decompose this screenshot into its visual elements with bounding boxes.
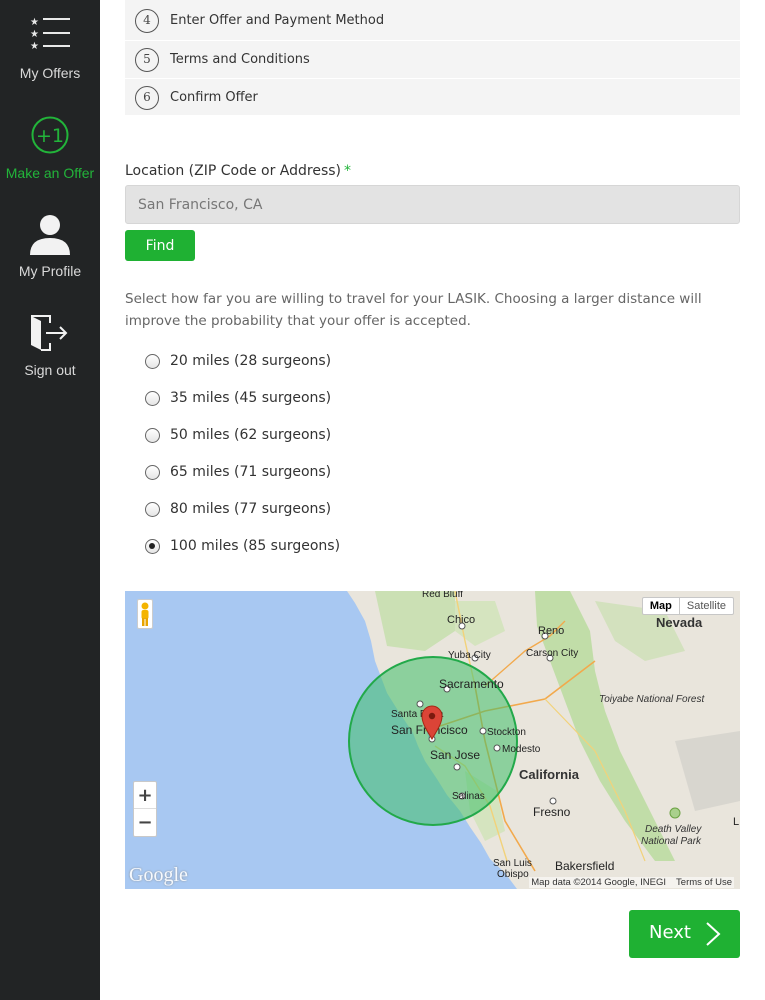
- distance-instructions: Select how far you are willing to travel…: [125, 291, 702, 329]
- sidebar-item-sign-out[interactable]: Sign out: [0, 314, 100, 378]
- map-attribution-bar: Map data ©2014 Google, INEGI Terms of Use: [529, 877, 734, 888]
- app-root: ★ ★ ★ My Offers +1 Make an Offer My Prof…: [0, 0, 765, 1000]
- location-label: Location (ZIP Code or Address) *: [125, 163, 351, 179]
- step-item: 6 Confirm Offer: [125, 78, 740, 116]
- zoom-in-button[interactable]: +: [134, 782, 156, 809]
- radio-button[interactable]: [145, 354, 160, 369]
- map-type-map-button[interactable]: Map: [643, 598, 680, 614]
- map-label: National Park: [641, 836, 702, 847]
- map-label: Salinas: [452, 791, 485, 802]
- map-label: Toiyabe National Forest: [599, 694, 705, 705]
- plus-one-circle-icon: +1: [31, 116, 69, 154]
- person-icon: [30, 215, 70, 255]
- step-number: 4: [135, 9, 159, 33]
- sidebar: ★ ★ ★ My Offers +1 Make an Offer My Prof…: [0, 0, 100, 1000]
- step-label: Terms and Conditions: [170, 52, 310, 67]
- step-label: Enter Offer and Payment Method: [170, 13, 385, 28]
- map-label: Fresno: [533, 805, 571, 819]
- chevron-right-icon: [706, 922, 721, 946]
- map-label: L: [733, 816, 739, 828]
- location-label-text: Location (ZIP Code or Address): [125, 163, 342, 179]
- radio-label: 50 miles (62 surgeons): [170, 427, 332, 443]
- map-label: San Jose: [430, 748, 480, 762]
- map-label: Red Bluff: [422, 591, 463, 600]
- map-canvas[interactable]: Red Bluff Chico Reno Nevada Yuba City Ca…: [125, 591, 740, 889]
- svg-text:+1: +1: [36, 125, 64, 147]
- map-label: Death Valley: [645, 824, 702, 835]
- map-label: Sacramento: [439, 677, 504, 691]
- radio-label: 100 miles (85 surgeons): [170, 538, 341, 554]
- radio-button[interactable]: [145, 502, 160, 517]
- map-label: California: [519, 767, 580, 782]
- map-label: Carson City: [526, 648, 578, 659]
- zoom-out-button[interactable]: −: [134, 809, 156, 836]
- sidebar-item-label: My Profile: [18, 263, 82, 279]
- map-label: Reno: [538, 625, 564, 637]
- radio-label: 35 miles (45 surgeons): [170, 390, 332, 406]
- radio-label: 65 miles (71 surgeons): [170, 464, 332, 480]
- radio-button[interactable]: [145, 428, 160, 443]
- zoom-control: + −: [133, 781, 157, 837]
- steps-list: 4 Enter Offer and Payment Method 5 Terms…: [125, 0, 740, 115]
- map-label: Yuba City: [448, 650, 491, 661]
- step-item: 5 Terms and Conditions: [125, 40, 740, 78]
- map-label: Chico: [447, 614, 475, 626]
- svg-text:★: ★: [30, 41, 39, 52]
- sidebar-item-make-an-offer[interactable]: +1 Make an Offer: [0, 116, 100, 181]
- step-item: 4 Enter Offer and Payment Method: [125, 2, 740, 40]
- svg-text:★: ★: [30, 17, 39, 28]
- map-label: San Luis: [493, 858, 532, 869]
- find-button[interactable]: Find: [125, 230, 195, 261]
- map-label: Stockton: [487, 727, 526, 738]
- google-logo: Google: [129, 864, 188, 886]
- step-number: 6: [135, 86, 159, 110]
- map-type-satellite-button[interactable]: Satellite: [680, 598, 733, 614]
- map-attribution: Map data ©2014 Google, INEGI: [531, 877, 667, 888]
- radio-label: 80 miles (77 surgeons): [170, 501, 332, 517]
- map-label: Modesto: [502, 744, 541, 755]
- sidebar-item-my-profile[interactable]: My Profile: [0, 213, 100, 279]
- next-button[interactable]: Next: [629, 910, 740, 958]
- terms-of-use-link[interactable]: Terms of Use: [676, 877, 732, 888]
- map-type-toggle: Map Satellite: [641, 597, 734, 615]
- required-asterisk: *: [344, 163, 352, 179]
- offers-list-icon: ★ ★ ★: [30, 17, 70, 52]
- map-label: Bakersfield: [555, 859, 614, 873]
- svg-text:★: ★: [30, 29, 39, 40]
- sidebar-item-my-offers[interactable]: ★ ★ ★ My Offers: [0, 15, 100, 81]
- next-button-label: Next: [649, 922, 691, 943]
- sidebar-item-label: My Offers: [19, 65, 81, 81]
- sidebar-item-label: Sign out: [24, 362, 76, 378]
- sidebar-item-label: Make an Offer: [5, 165, 95, 181]
- radio-button-selected[interactable]: [145, 539, 160, 554]
- step-label: Confirm Offer: [170, 90, 258, 105]
- radio-button[interactable]: [145, 391, 160, 406]
- location-input[interactable]: [125, 185, 740, 224]
- street-view-pegman-icon[interactable]: [137, 599, 153, 629]
- sign-out-door-icon: [31, 315, 68, 351]
- map-label: Obispo: [497, 869, 529, 880]
- map-view[interactable]: Red Bluff Chico Reno Nevada Yuba City Ca…: [125, 591, 740, 889]
- map-label: Nevada: [656, 615, 703, 630]
- step-number: 5: [135, 48, 159, 72]
- radio-label: 20 miles (28 surgeons): [170, 353, 332, 369]
- radio-button[interactable]: [145, 465, 160, 480]
